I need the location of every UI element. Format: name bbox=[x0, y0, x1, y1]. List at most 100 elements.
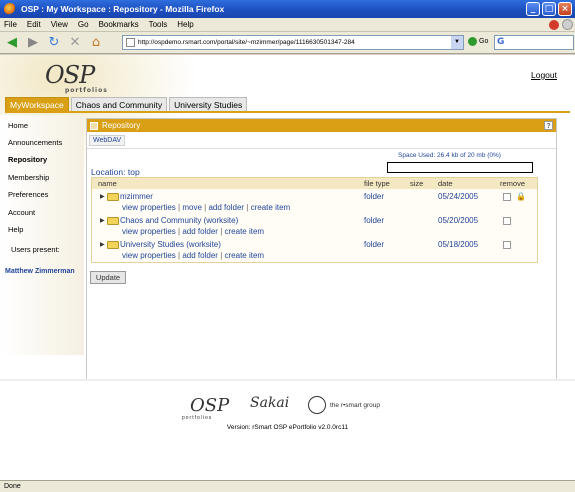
webdav-button[interactable]: WebDAV bbox=[89, 135, 126, 146]
url-dropdown-icon[interactable]: ▼ bbox=[451, 36, 463, 49]
menu-file[interactable]: File bbox=[4, 20, 17, 29]
location-top-link[interactable]: top bbox=[128, 167, 140, 177]
url-text: http://ospdemo.rsmart.com/portal/site/~m… bbox=[138, 39, 355, 46]
portlet-icon bbox=[90, 121, 98, 130]
window-title: OSP : My Workspace : Repository - Mozill… bbox=[21, 4, 225, 14]
sakai-logo: Sakai bbox=[250, 395, 290, 411]
rsmart-icon bbox=[308, 396, 326, 414]
users-present-label: Users present: bbox=[11, 245, 60, 254]
row-actions: view properties | add folder | create it… bbox=[122, 251, 265, 260]
logout-link[interactable]: Logout bbox=[531, 70, 557, 80]
sidebar-item-home[interactable]: Home bbox=[8, 121, 28, 130]
folder-icon bbox=[107, 217, 119, 225]
row-type: folder bbox=[364, 192, 385, 201]
col-remove: remove bbox=[500, 179, 526, 188]
stop-icon[interactable]: ✕ bbox=[66, 34, 84, 52]
navigation-toolbar: ◀ ▶ ↻ ✕ ⌂ http://ospdemo.rsmart.com/port… bbox=[0, 32, 575, 54]
add-folder-link[interactable]: add folder bbox=[182, 227, 218, 236]
menu-bookmarks[interactable]: Bookmarks bbox=[99, 20, 139, 29]
add-folder-link[interactable]: add folder bbox=[182, 251, 218, 260]
status-bar: Done bbox=[0, 480, 575, 492]
sidebar-item-preferences[interactable]: Preferences bbox=[8, 190, 48, 199]
table-row: ▶ University Studies (worksite) view pro… bbox=[92, 239, 539, 263]
help-icon[interactable]: ? bbox=[544, 121, 553, 130]
col-name[interactable]: name bbox=[98, 179, 117, 188]
space-used-bar bbox=[387, 162, 533, 173]
menu-help[interactable]: Help bbox=[177, 20, 193, 29]
back-arrow-icon[interactable]: ◀ bbox=[3, 34, 21, 52]
view-properties-link[interactable]: view properties bbox=[122, 203, 176, 212]
window-titlebar: OSP : My Workspace : Repository - Mozill… bbox=[0, 0, 575, 18]
home-icon[interactable]: ⌂ bbox=[87, 34, 105, 52]
url-bar[interactable]: http://ospdemo.rsmart.com/portal/site/~m… bbox=[122, 35, 464, 50]
menu-bar: File Edit View Go Bookmarks Tools Help bbox=[0, 18, 575, 32]
expand-icon[interactable]: ▶ bbox=[100, 241, 105, 248]
sidebar-item-membership[interactable]: Membership bbox=[8, 173, 49, 182]
portlet-title-bar: Repository ? bbox=[87, 119, 556, 132]
present-user[interactable]: Matthew Zimmerman bbox=[5, 268, 75, 275]
sidebar-item-help[interactable]: Help bbox=[8, 225, 23, 234]
maximize-button[interactable]: □ bbox=[542, 2, 556, 16]
lock-icon: 🔒 bbox=[516, 192, 526, 201]
create-item-link[interactable]: create item bbox=[251, 203, 291, 212]
expand-icon[interactable]: ▶ bbox=[100, 217, 105, 224]
create-item-link[interactable]: create item bbox=[225, 227, 265, 236]
row-type: folder bbox=[364, 216, 385, 225]
go-label: Go bbox=[479, 38, 489, 45]
tool-sidebar: Home Announcements Repository Membership… bbox=[0, 115, 84, 355]
row-date: 05/24/2005 bbox=[438, 192, 479, 201]
menu-go[interactable]: Go bbox=[78, 20, 89, 29]
col-file-type[interactable]: file type bbox=[364, 179, 390, 188]
menu-tools[interactable]: Tools bbox=[149, 20, 168, 29]
version-text: Version: rSmart OSP ePortfolio v2.0.0rc1… bbox=[226, 424, 349, 431]
location: Location: top bbox=[91, 167, 140, 177]
close-window-button[interactable]: × bbox=[558, 2, 572, 16]
folder-icon bbox=[107, 193, 119, 201]
tab-myworkspace[interactable]: MyWorkspace bbox=[5, 97, 69, 111]
row-name-link[interactable]: mzimmer bbox=[120, 192, 153, 201]
minimize-button[interactable]: _ bbox=[526, 2, 540, 16]
page-viewport: OSP portfolios Logout MyWorkspace Chaos … bbox=[0, 55, 575, 480]
tab-university-studies[interactable]: University Studies bbox=[169, 97, 248, 111]
site-footer: OSP portfolios Sakai the r•smart group V… bbox=[0, 379, 575, 480]
page-icon bbox=[126, 38, 135, 47]
create-item-link[interactable]: create item bbox=[225, 251, 265, 260]
row-actions: view properties | add folder | create it… bbox=[122, 227, 265, 236]
expand-icon[interactable]: ▶ bbox=[100, 193, 105, 200]
move-link[interactable]: move bbox=[182, 203, 202, 212]
tab-chaos-and-community[interactable]: Chaos and Community bbox=[70, 97, 168, 111]
table-row: ▶ Chaos and Community (worksite) view pr… bbox=[92, 215, 539, 239]
remove-checkbox[interactable] bbox=[503, 241, 511, 249]
reload-icon[interactable]: ↻ bbox=[45, 34, 63, 52]
rsmart-logo: the r•smart group bbox=[308, 396, 380, 414]
google-icon: G bbox=[497, 37, 505, 47]
stop-indicator-icon bbox=[549, 20, 559, 30]
update-button[interactable]: Update bbox=[90, 271, 126, 284]
row-date: 05/20/2005 bbox=[438, 216, 479, 225]
row-type: folder bbox=[364, 240, 385, 249]
osp-logo: OSP portfolios bbox=[45, 61, 108, 94]
sidebar-item-announcements[interactable]: Announcements bbox=[8, 138, 62, 147]
menu-view[interactable]: View bbox=[51, 20, 68, 29]
resources-table: name file type size date remove ▶ mzimme… bbox=[91, 177, 538, 263]
col-size[interactable]: size bbox=[410, 179, 423, 188]
sidebar-item-account[interactable]: Account bbox=[8, 208, 35, 217]
col-date[interactable]: date bbox=[438, 179, 453, 188]
forward-arrow-icon[interactable]: ▶ bbox=[24, 34, 42, 52]
row-actions: view properties | move | add folder | cr… bbox=[122, 203, 291, 212]
repository-portlet: Repository ? WebDAV Space Used: 26.4 kb … bbox=[86, 118, 557, 384]
view-properties-link[interactable]: view properties bbox=[122, 251, 176, 260]
add-folder-link[interactable]: add folder bbox=[208, 203, 244, 212]
sidebar-item-repository[interactable]: Repository bbox=[8, 155, 47, 164]
remove-checkbox[interactable] bbox=[503, 217, 511, 225]
row-name-link[interactable]: Chaos and Community (worksite) bbox=[120, 216, 238, 225]
menu-edit[interactable]: Edit bbox=[27, 20, 41, 29]
site-header: OSP portfolios Logout bbox=[0, 55, 575, 175]
remove-checkbox[interactable] bbox=[503, 193, 511, 201]
row-name-link[interactable]: University Studies (worksite) bbox=[120, 240, 221, 249]
view-properties-link[interactable]: view properties bbox=[122, 227, 176, 236]
osp-footer-logo: OSP portfolios bbox=[182, 395, 230, 421]
go-button[interactable]: Go bbox=[468, 37, 488, 46]
search-input[interactable]: G bbox=[494, 35, 574, 50]
location-label: Location: bbox=[91, 167, 126, 177]
